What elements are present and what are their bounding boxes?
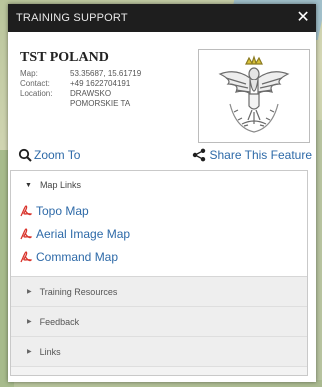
polish-eagle-crest-icon (218, 55, 290, 133)
triangle-right-icon: ▶ (27, 349, 32, 355)
field-value: +49 1622704191 (70, 79, 131, 88)
feature-image (198, 49, 310, 143)
popup-title: TRAINING SUPPORT (16, 12, 128, 24)
section-header-map-links[interactable]: ▼ Map Links (11, 171, 307, 199)
section-title: Map Links (39, 180, 81, 190)
accordion-panel: ▼ Map Links Topo Map Aerial Image Map Co… (10, 170, 308, 376)
zoom-to-button[interactable]: Zoom To (18, 148, 80, 162)
link-topo-map[interactable]: Topo Map (19, 199, 307, 222)
section-training-resources[interactable]: ▶ Training Resources (11, 277, 307, 307)
section-title: Training Resources (39, 286, 118, 297)
map-links-list: Topo Map Aerial Image Map Command Map (11, 199, 307, 276)
zoom-to-label: Zoom To (34, 148, 81, 162)
triangle-right-icon: ▶ (27, 289, 32, 295)
triangle-down-icon: ▼ (25, 181, 32, 189)
link-aerial-image-map[interactable]: Aerial Image Map (19, 222, 307, 245)
share-feature-button[interactable]: Share This Feature (192, 148, 313, 162)
section-links[interactable]: ▶ Links (11, 337, 307, 367)
field-row-contact: Contact: +49 1622704191 (20, 79, 200, 89)
pdf-icon (20, 227, 33, 239)
section-map-links: ▼ Map Links Topo Map Aerial Image Map Co… (11, 171, 307, 277)
link-label: Topo Map (36, 203, 89, 218)
section-title: Feedback (39, 316, 80, 327)
section-title: Links (39, 346, 61, 357)
link-label: Command Map (36, 249, 119, 264)
link-label: Aerial Image Map (36, 226, 131, 241)
feature-fields: Map: 53.35687, 15.61719 Contact: +49 162… (20, 69, 200, 109)
field-row-map: Map: 53.35687, 15.61719 (20, 69, 200, 79)
popup-actions: Zoom To Share This Feature (8, 144, 316, 166)
section-feedback[interactable]: ▶ Feedback (11, 307, 307, 337)
field-value: 53.35687, 15.61719 (70, 69, 142, 78)
triangle-right-icon: ▶ (27, 319, 32, 325)
share-feature-label: Share This Feature (209, 148, 313, 162)
close-icon[interactable]: ✕ (296, 10, 310, 26)
link-command-map[interactable]: Command Map (19, 245, 307, 268)
field-label: Location: (20, 89, 53, 98)
pdf-icon (20, 204, 33, 216)
field-row-location: Location: DRAWSKO POMORSKIE TA (20, 89, 200, 109)
pdf-icon (20, 250, 33, 262)
feature-name: TST POLAND (20, 50, 109, 65)
field-value: DRAWSKO POMORSKIE TA (70, 89, 131, 108)
popup-titlebar: TRAINING SUPPORT ✕ (8, 4, 316, 32)
feature-info: TST POLAND Map: 53.35687, 15.61719 Conta… (8, 32, 316, 144)
field-label: Contact: (20, 79, 50, 88)
field-label: Map: (20, 69, 38, 78)
share-icon (192, 148, 205, 162)
magnifier-icon (18, 148, 32, 162)
